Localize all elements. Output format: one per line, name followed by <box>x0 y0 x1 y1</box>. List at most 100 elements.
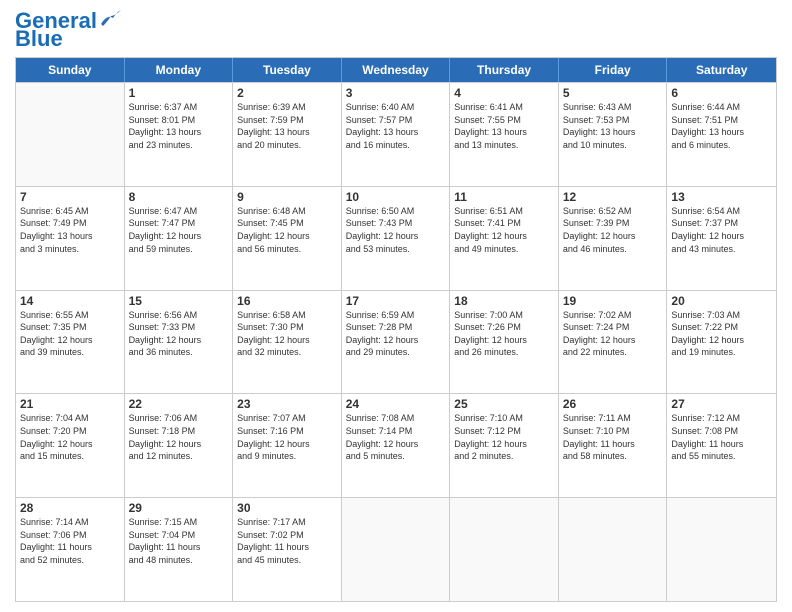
day-number: 30 <box>237 501 337 515</box>
logo-text-blue: Blue <box>15 26 63 51</box>
day-number: 14 <box>20 294 120 308</box>
day-number: 12 <box>563 190 663 204</box>
day-number: 28 <box>20 501 120 515</box>
cell-info: Sunrise: 6:58 AM Sunset: 7:30 PM Dayligh… <box>237 309 337 359</box>
cell-info: Sunrise: 7:11 AM Sunset: 7:10 PM Dayligh… <box>563 412 663 462</box>
calendar-cell-r3c4: 25Sunrise: 7:10 AM Sunset: 7:12 PM Dayli… <box>450 394 559 497</box>
calendar-cell-r4c1: 29Sunrise: 7:15 AM Sunset: 7:04 PM Dayli… <box>125 498 234 601</box>
header-day-saturday: Saturday <box>667 58 776 82</box>
cell-info: Sunrise: 6:40 AM Sunset: 7:57 PM Dayligh… <box>346 101 446 151</box>
day-number: 16 <box>237 294 337 308</box>
header-day-monday: Monday <box>125 58 234 82</box>
cell-info: Sunrise: 6:52 AM Sunset: 7:39 PM Dayligh… <box>563 205 663 255</box>
calendar-cell-r0c3: 3Sunrise: 6:40 AM Sunset: 7:57 PM Daylig… <box>342 83 451 186</box>
day-number: 15 <box>129 294 229 308</box>
cell-info: Sunrise: 7:00 AM Sunset: 7:26 PM Dayligh… <box>454 309 554 359</box>
cell-info: Sunrise: 6:51 AM Sunset: 7:41 PM Dayligh… <box>454 205 554 255</box>
cell-info: Sunrise: 7:08 AM Sunset: 7:14 PM Dayligh… <box>346 412 446 462</box>
logo-bird-icon <box>99 10 121 28</box>
cell-info: Sunrise: 6:43 AM Sunset: 7:53 PM Dayligh… <box>563 101 663 151</box>
calendar-cell-r1c6: 13Sunrise: 6:54 AM Sunset: 7:37 PM Dayli… <box>667 187 776 290</box>
day-number: 4 <box>454 86 554 100</box>
calendar-cell-r2c1: 15Sunrise: 6:56 AM Sunset: 7:33 PM Dayli… <box>125 291 234 394</box>
cell-info: Sunrise: 7:10 AM Sunset: 7:12 PM Dayligh… <box>454 412 554 462</box>
day-number: 25 <box>454 397 554 411</box>
day-number: 20 <box>671 294 772 308</box>
cell-info: Sunrise: 7:14 AM Sunset: 7:06 PM Dayligh… <box>20 516 120 566</box>
day-number: 6 <box>671 86 772 100</box>
page: General Blue SundayMondayTuesdayWednesda… <box>0 0 792 612</box>
calendar-cell-r1c1: 8Sunrise: 6:47 AM Sunset: 7:47 PM Daylig… <box>125 187 234 290</box>
calendar-cell-r4c6 <box>667 498 776 601</box>
calendar-row-4: 28Sunrise: 7:14 AM Sunset: 7:06 PM Dayli… <box>16 497 776 601</box>
day-number: 3 <box>346 86 446 100</box>
cell-info: Sunrise: 6:39 AM Sunset: 7:59 PM Dayligh… <box>237 101 337 151</box>
day-number: 19 <box>563 294 663 308</box>
cell-info: Sunrise: 6:44 AM Sunset: 7:51 PM Dayligh… <box>671 101 772 151</box>
calendar: SundayMondayTuesdayWednesdayThursdayFrid… <box>15 57 777 602</box>
calendar-cell-r3c2: 23Sunrise: 7:07 AM Sunset: 7:16 PM Dayli… <box>233 394 342 497</box>
calendar-header: SundayMondayTuesdayWednesdayThursdayFrid… <box>16 58 776 82</box>
calendar-cell-r3c6: 27Sunrise: 7:12 AM Sunset: 7:08 PM Dayli… <box>667 394 776 497</box>
day-number: 2 <box>237 86 337 100</box>
header-day-tuesday: Tuesday <box>233 58 342 82</box>
day-number: 17 <box>346 294 446 308</box>
day-number: 13 <box>671 190 772 204</box>
day-number: 29 <box>129 501 229 515</box>
calendar-cell-r4c2: 30Sunrise: 7:17 AM Sunset: 7:02 PM Dayli… <box>233 498 342 601</box>
day-number: 24 <box>346 397 446 411</box>
header-day-thursday: Thursday <box>450 58 559 82</box>
cell-info: Sunrise: 6:37 AM Sunset: 8:01 PM Dayligh… <box>129 101 229 151</box>
calendar-cell-r0c2: 2Sunrise: 6:39 AM Sunset: 7:59 PM Daylig… <box>233 83 342 186</box>
cell-info: Sunrise: 6:54 AM Sunset: 7:37 PM Dayligh… <box>671 205 772 255</box>
calendar-cell-r3c3: 24Sunrise: 7:08 AM Sunset: 7:14 PM Dayli… <box>342 394 451 497</box>
cell-info: Sunrise: 6:47 AM Sunset: 7:47 PM Dayligh… <box>129 205 229 255</box>
day-number: 11 <box>454 190 554 204</box>
calendar-cell-r2c3: 17Sunrise: 6:59 AM Sunset: 7:28 PM Dayli… <box>342 291 451 394</box>
cell-info: Sunrise: 7:15 AM Sunset: 7:04 PM Dayligh… <box>129 516 229 566</box>
calendar-row-3: 21Sunrise: 7:04 AM Sunset: 7:20 PM Dayli… <box>16 393 776 497</box>
cell-info: Sunrise: 6:41 AM Sunset: 7:55 PM Dayligh… <box>454 101 554 151</box>
day-number: 21 <box>20 397 120 411</box>
calendar-cell-r1c5: 12Sunrise: 6:52 AM Sunset: 7:39 PM Dayli… <box>559 187 668 290</box>
day-number: 5 <box>563 86 663 100</box>
cell-info: Sunrise: 7:07 AM Sunset: 7:16 PM Dayligh… <box>237 412 337 462</box>
calendar-cell-r2c6: 20Sunrise: 7:03 AM Sunset: 7:22 PM Dayli… <box>667 291 776 394</box>
day-number: 26 <box>563 397 663 411</box>
cell-info: Sunrise: 6:56 AM Sunset: 7:33 PM Dayligh… <box>129 309 229 359</box>
calendar-cell-r4c3 <box>342 498 451 601</box>
header: General Blue <box>15 10 777 51</box>
day-number: 18 <box>454 294 554 308</box>
calendar-row-0: 1Sunrise: 6:37 AM Sunset: 8:01 PM Daylig… <box>16 82 776 186</box>
day-number: 8 <box>129 190 229 204</box>
calendar-cell-r1c0: 7Sunrise: 6:45 AM Sunset: 7:49 PM Daylig… <box>16 187 125 290</box>
calendar-cell-r1c3: 10Sunrise: 6:50 AM Sunset: 7:43 PM Dayli… <box>342 187 451 290</box>
header-day-wednesday: Wednesday <box>342 58 451 82</box>
calendar-cell-r1c4: 11Sunrise: 6:51 AM Sunset: 7:41 PM Dayli… <box>450 187 559 290</box>
calendar-cell-r2c5: 19Sunrise: 7:02 AM Sunset: 7:24 PM Dayli… <box>559 291 668 394</box>
cell-info: Sunrise: 7:04 AM Sunset: 7:20 PM Dayligh… <box>20 412 120 462</box>
calendar-cell-r2c2: 16Sunrise: 6:58 AM Sunset: 7:30 PM Dayli… <box>233 291 342 394</box>
cell-info: Sunrise: 6:48 AM Sunset: 7:45 PM Dayligh… <box>237 205 337 255</box>
cell-info: Sunrise: 7:06 AM Sunset: 7:18 PM Dayligh… <box>129 412 229 462</box>
calendar-cell-r3c1: 22Sunrise: 7:06 AM Sunset: 7:18 PM Dayli… <box>125 394 234 497</box>
calendar-cell-r0c1: 1Sunrise: 6:37 AM Sunset: 8:01 PM Daylig… <box>125 83 234 186</box>
calendar-cell-r3c5: 26Sunrise: 7:11 AM Sunset: 7:10 PM Dayli… <box>559 394 668 497</box>
calendar-cell-r0c4: 4Sunrise: 6:41 AM Sunset: 7:55 PM Daylig… <box>450 83 559 186</box>
calendar-cell-r2c0: 14Sunrise: 6:55 AM Sunset: 7:35 PM Dayli… <box>16 291 125 394</box>
day-number: 23 <box>237 397 337 411</box>
calendar-cell-r0c6: 6Sunrise: 6:44 AM Sunset: 7:51 PM Daylig… <box>667 83 776 186</box>
calendar-cell-r1c2: 9Sunrise: 6:48 AM Sunset: 7:45 PM Daylig… <box>233 187 342 290</box>
day-number: 7 <box>20 190 120 204</box>
day-number: 9 <box>237 190 337 204</box>
calendar-cell-r2c4: 18Sunrise: 7:00 AM Sunset: 7:26 PM Dayli… <box>450 291 559 394</box>
calendar-cell-r4c4 <box>450 498 559 601</box>
cell-info: Sunrise: 7:17 AM Sunset: 7:02 PM Dayligh… <box>237 516 337 566</box>
calendar-row-1: 7Sunrise: 6:45 AM Sunset: 7:49 PM Daylig… <box>16 186 776 290</box>
calendar-cell-r3c0: 21Sunrise: 7:04 AM Sunset: 7:20 PM Dayli… <box>16 394 125 497</box>
logo: General Blue <box>15 10 121 51</box>
cell-info: Sunrise: 6:45 AM Sunset: 7:49 PM Dayligh… <box>20 205 120 255</box>
day-number: 27 <box>671 397 772 411</box>
day-number: 10 <box>346 190 446 204</box>
day-number: 22 <box>129 397 229 411</box>
